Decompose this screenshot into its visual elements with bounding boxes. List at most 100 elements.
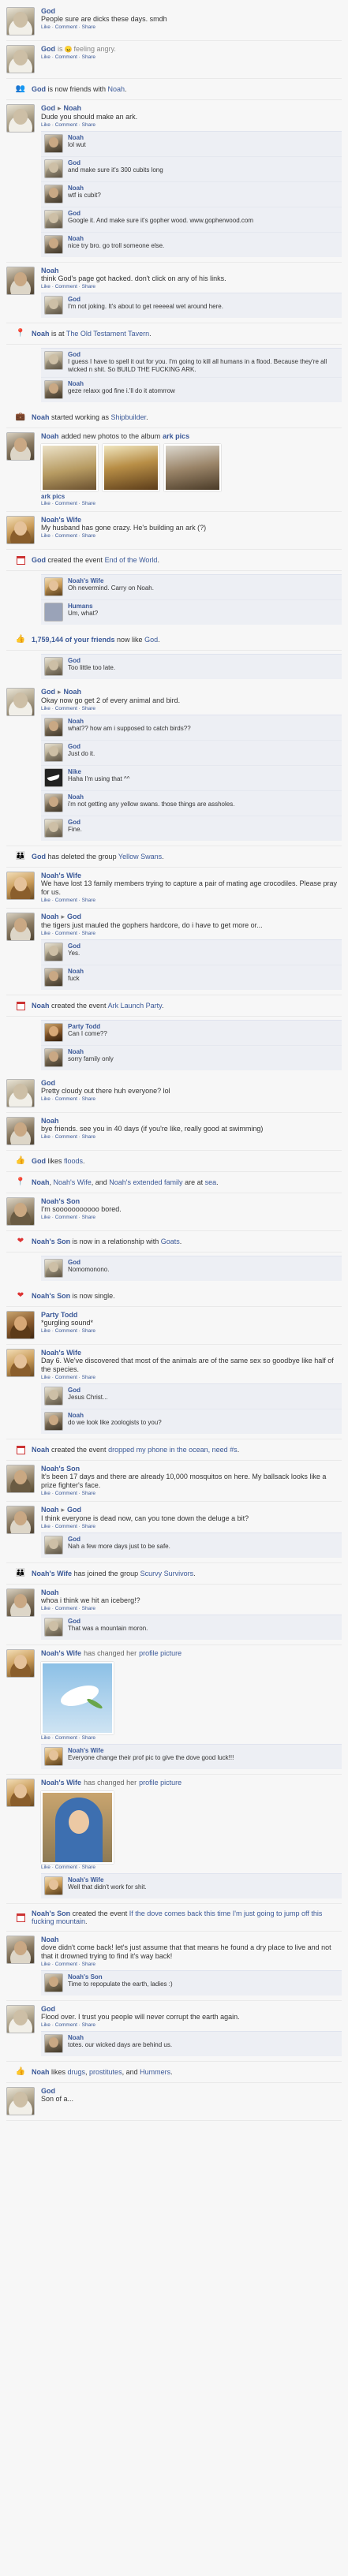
post-actions[interactable]: Like · Comment · Share bbox=[41, 1735, 342, 1741]
author-name[interactable]: Noah's Wife bbox=[41, 1349, 81, 1357]
commenter-name[interactable]: God bbox=[68, 657, 339, 664]
activity-link[interactable]: dropped my phone in the ocean, need #s bbox=[108, 1446, 238, 1454]
activity-link[interactable]: Yellow Swans bbox=[118, 853, 162, 861]
post-actions[interactable]: Like · Comment · Share bbox=[41, 1134, 342, 1140]
author-name[interactable]: Party Todd bbox=[41, 1311, 77, 1319]
post-actions[interactable]: Like · Comment · Share bbox=[41, 2022, 342, 2028]
commenter-name[interactable]: God bbox=[68, 943, 339, 950]
commenter-avatar[interactable] bbox=[44, 1048, 63, 1067]
profilepic-link[interactable]: profile picture bbox=[139, 1779, 181, 1786]
commenter-avatar[interactable] bbox=[44, 1973, 63, 1992]
author-name[interactable]: Noah's Wife bbox=[41, 516, 81, 524]
commenter-avatar[interactable] bbox=[44, 296, 63, 315]
post-actions[interactable]: Like · Comment · Share bbox=[41, 706, 342, 711]
commenter-name[interactable]: God bbox=[68, 1618, 339, 1625]
author-name[interactable]: God bbox=[41, 104, 55, 112]
post-actions[interactable]: Like · Comment · Share bbox=[41, 898, 342, 903]
commenter-name[interactable]: Noah bbox=[68, 185, 339, 192]
activity-link[interactable]: Noah bbox=[108, 85, 125, 93]
commenter-name[interactable]: God bbox=[68, 743, 339, 750]
post-actions[interactable]: Like · Comment · Share bbox=[41, 1962, 342, 1967]
activity-link[interactable]: Goats bbox=[161, 1238, 180, 1245]
post-actions[interactable]: Like · Comment · Share bbox=[41, 533, 342, 539]
commenter-name[interactable]: Noah bbox=[68, 1412, 339, 1419]
author-avatar[interactable] bbox=[6, 872, 35, 900]
author-name[interactable]: Noah bbox=[41, 1117, 59, 1125]
author-avatar[interactable] bbox=[6, 1936, 35, 1964]
post-actions[interactable]: Like · Comment · Share bbox=[41, 284, 342, 289]
commenter-name[interactable]: Noah bbox=[68, 718, 339, 725]
commenter-avatar[interactable] bbox=[44, 943, 63, 961]
commenter-name[interactable]: God bbox=[68, 159, 339, 166]
commenter-avatar[interactable] bbox=[44, 577, 63, 596]
commenter-avatar[interactable] bbox=[44, 185, 63, 203]
commenter-avatar[interactable] bbox=[44, 1412, 63, 1431]
activity-link[interactable]: End of the World bbox=[105, 556, 158, 564]
activity-link[interactable]: Noah's extended family bbox=[109, 1178, 182, 1186]
post-actions[interactable]: Like · Comment · Share bbox=[41, 54, 342, 60]
activity-link[interactable]: Noah bbox=[32, 330, 50, 338]
author-name[interactable]: Noah bbox=[41, 1506, 59, 1514]
album-photo[interactable] bbox=[41, 444, 98, 491]
post-actions[interactable]: Like · Comment · Share bbox=[41, 122, 342, 128]
commenter-name[interactable]: Humans bbox=[68, 603, 339, 610]
activity-link[interactable]: sea bbox=[205, 1178, 217, 1186]
author-avatar[interactable] bbox=[6, 104, 35, 133]
activity-link[interactable]: drugs bbox=[68, 2068, 86, 2076]
author-name[interactable]: God bbox=[41, 2005, 55, 2013]
commenter-name[interactable]: God bbox=[68, 1259, 339, 1266]
activity-link[interactable]: floods bbox=[64, 1157, 83, 1165]
profilepic-link[interactable]: profile picture bbox=[139, 1649, 181, 1657]
author-avatar[interactable] bbox=[6, 913, 35, 941]
commenter-name[interactable]: Noah bbox=[68, 380, 339, 387]
activity-link[interactable]: God bbox=[32, 85, 46, 93]
author-name[interactable]: Noah's Wife bbox=[41, 1649, 81, 1657]
post-actions[interactable]: Like · Comment · Share bbox=[41, 1375, 342, 1380]
post-actions[interactable]: Like · Comment · Share bbox=[41, 1491, 342, 1496]
author-avatar[interactable] bbox=[6, 1779, 35, 1807]
post-actions[interactable]: Like · Comment · Share bbox=[41, 1865, 342, 1870]
commenter-name[interactable]: Nike bbox=[68, 768, 339, 775]
commenter-avatar[interactable] bbox=[44, 743, 63, 762]
album-title[interactable]: ark pics bbox=[41, 493, 342, 500]
commenter-name[interactable]: Noah bbox=[68, 235, 339, 242]
commenter-avatar[interactable] bbox=[44, 768, 63, 787]
author-name[interactable]: Noah's Wife bbox=[41, 1779, 81, 1786]
post-actions[interactable]: Like · Comment · Share bbox=[41, 1096, 342, 1102]
recipient-name[interactable]: God bbox=[67, 1506, 81, 1514]
commenter-avatar[interactable] bbox=[44, 1259, 63, 1278]
author-avatar[interactable] bbox=[6, 45, 35, 73]
commenter-avatar[interactable] bbox=[44, 1618, 63, 1637]
commenter-avatar[interactable] bbox=[44, 351, 63, 370]
commenter-name[interactable]: Noah bbox=[68, 968, 339, 975]
commenter-name[interactable]: Noah's Son bbox=[68, 1973, 339, 1981]
author-avatar[interactable] bbox=[6, 688, 35, 716]
commenter-name[interactable]: Noah bbox=[68, 2034, 339, 2041]
commenter-name[interactable]: God bbox=[68, 1536, 339, 1543]
author-name[interactable]: God bbox=[41, 2087, 55, 2095]
author-avatar[interactable] bbox=[6, 1311, 35, 1339]
commenter-name[interactable]: Noah's Wife bbox=[68, 577, 339, 584]
activity-link[interactable]: Noah's Wife bbox=[54, 1178, 92, 1186]
commenter-name[interactable]: God bbox=[68, 819, 339, 826]
commenter-name[interactable]: Noah bbox=[68, 793, 339, 801]
activity-link[interactable]: Hummers bbox=[140, 2068, 170, 2076]
commenter-avatar[interactable] bbox=[44, 1387, 63, 1406]
commenter-avatar[interactable] bbox=[44, 1747, 63, 1766]
album-link[interactable]: ark pics bbox=[163, 432, 189, 440]
activity-link[interactable]: God bbox=[32, 1157, 46, 1165]
author-name[interactable]: Noah bbox=[41, 267, 59, 274]
commenter-avatar[interactable] bbox=[44, 968, 63, 987]
commenter-name[interactable]: God bbox=[68, 210, 339, 217]
commenter-avatar[interactable] bbox=[44, 1536, 63, 1555]
commenter-avatar[interactable] bbox=[44, 2034, 63, 2053]
commenter-avatar[interactable] bbox=[44, 718, 63, 737]
activity-link[interactable]: Noah's Son bbox=[32, 1238, 70, 1245]
activity-link[interactable]: Noah's Son bbox=[32, 1292, 70, 1300]
author-avatar[interactable] bbox=[6, 1649, 35, 1678]
commenter-avatar[interactable] bbox=[44, 1023, 63, 1042]
activity-link[interactable]: Ark Launch Party bbox=[108, 1002, 162, 1010]
activity-link[interactable]: Noah bbox=[32, 2068, 50, 2076]
author-avatar[interactable] bbox=[6, 1506, 35, 1534]
activity-link[interactable]: Noah bbox=[32, 1178, 50, 1186]
